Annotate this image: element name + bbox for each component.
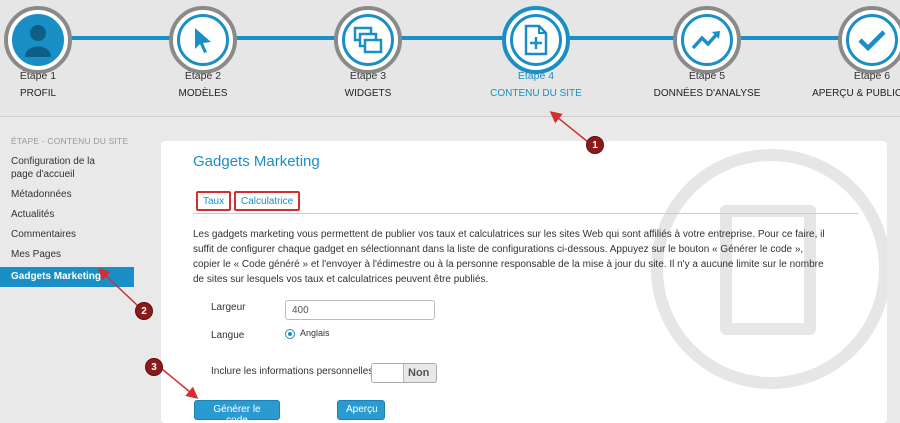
generate-code-button[interactable]: Générer le code [194,400,280,423]
sidebar-item-gadgets-marketing[interactable]: Gadgets Marketing [0,267,134,287]
language-label: Langue [211,330,245,341]
step-label: CONTENU DU SITE [490,88,582,99]
page-title: Gadgets Marketing [193,153,320,170]
sidebar-item-mes-pages[interactable]: Mes Pages [0,245,134,265]
sidebar-item-actualites[interactable]: Actualités [0,205,134,225]
personal-info-toggle[interactable]: Non [371,363,437,383]
sidebar: ÉTAPE - CONTENU DU SITE Configuration de… [0,128,134,287]
language-option-label: Anglais [300,328,330,338]
tab-taux[interactable]: Taux [196,191,232,211]
windows-icon [342,14,394,66]
sidebar-item-metadonnees[interactable]: Métadonnées [0,185,134,205]
step-number: Étape 5 [688,70,726,82]
toggle-value: Non [408,367,430,379]
trend-icon [681,14,733,66]
step-label: DONNÉES D'ANALYSE [653,88,761,99]
step-label: WIDGETS [344,88,392,99]
step-number: Étape 3 [349,70,387,82]
toggle-knob [372,364,404,382]
main-panel: Gadgets Marketing Taux Calculatrice Les … [161,141,887,423]
step-circle [502,6,570,74]
tabs-divider [193,213,858,214]
step-label: PROFIL [19,88,57,99]
sidebar-heading: ÉTAPE - CONTENU DU SITE [11,136,129,146]
arrow-1 [549,111,589,143]
width-label: Largeur [211,302,246,313]
description-text: Les gadgets marketing vous permettent de… [193,229,825,285]
check-icon [846,14,898,66]
step-circle [4,6,72,74]
annotation-marker-1: 1 [586,136,604,154]
step-label: APERÇU & PUBLICATION [812,88,900,99]
step-number: Étape 2 [184,70,222,82]
step-number: Étape 4 [517,70,555,82]
step-circle [673,6,741,74]
language-radio-anglais[interactable] [285,329,295,339]
user-icon [12,14,64,66]
header-divider [0,116,900,117]
progress-stepper: Étape 1 PROFIL Étape 2 MODÈLES Étape 3 W… [0,0,900,116]
step-number: Étape 6 [853,70,891,82]
step-circle [334,6,402,74]
step-label: MODÈLES [178,88,228,99]
annotation-marker-2: 2 [135,302,153,320]
width-input[interactable] [285,300,435,320]
tab-calculatrice[interactable]: Calculatrice [234,191,301,211]
personal-info-label: Inclure les informations personnelles [211,366,374,377]
annotation-marker-3: 3 [145,358,163,376]
sidebar-item-configuration[interactable]: Configuration de la page d'accueil [0,152,122,185]
sidebar-item-commentaires[interactable]: Commentaires [0,225,134,245]
document-add-icon [510,14,562,66]
cursor-icon [177,14,229,66]
step-circle [838,6,900,74]
step-circle [169,6,237,74]
step-number: Étape 1 [19,70,57,82]
preview-button[interactable]: Aperçu [337,400,385,420]
